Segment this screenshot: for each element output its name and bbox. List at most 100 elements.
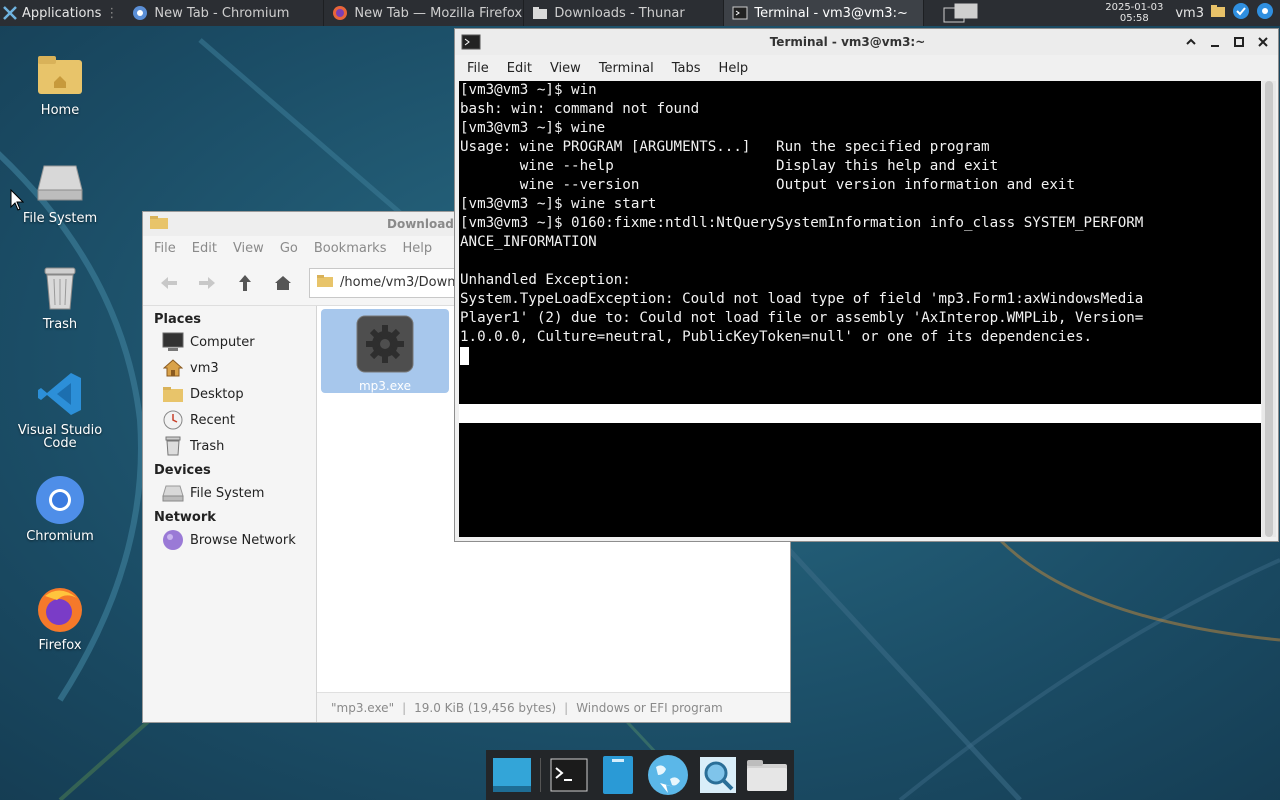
dock-folder[interactable] xyxy=(746,753,788,797)
sidebar-item-label: Browse Network xyxy=(190,532,296,548)
terminal-line: ANCE_INFORMATION xyxy=(460,234,597,250)
applications-menu[interactable]: Applications ⋮ xyxy=(0,0,124,26)
sidebar-item-file-system[interactable]: File System xyxy=(143,480,316,506)
status-file-type: Windows or EFI program xyxy=(576,700,723,715)
back-button[interactable] xyxy=(157,271,181,295)
task-chromium[interactable]: New Tab - Chromium xyxy=(124,0,325,26)
clock-date: 2025-01-03 xyxy=(1105,2,1164,13)
dock-web-browser[interactable] xyxy=(646,753,690,797)
app-finder-icon xyxy=(699,757,736,793)
home-folder-icon xyxy=(34,48,86,100)
sidebar-item-trash[interactable]: Trash xyxy=(143,433,316,459)
desktop-icon-home[interactable]: Home xyxy=(10,48,110,117)
top-panel: Applications ⋮ New Tab - Chromium New Ta… xyxy=(0,0,1280,26)
terminal-highlight-bar xyxy=(459,404,1261,423)
menu-help[interactable]: Help xyxy=(402,241,432,256)
sidebar-item-label: Computer xyxy=(190,334,255,350)
task-thunar[interactable]: Downloads - Thunar xyxy=(524,0,725,26)
network-icon xyxy=(162,529,184,551)
desktop-icon-trash[interactable]: Trash xyxy=(10,262,110,331)
task-terminal[interactable]: Terminal - vm3@vm3:~ xyxy=(724,0,925,26)
scrollbar-thumb[interactable] xyxy=(1265,81,1273,537)
desktop-icon-vscode[interactable]: Visual Studio Code xyxy=(10,368,110,450)
terminal-scrollbar[interactable] xyxy=(1262,81,1276,537)
status-file-name: "mp3.exe" xyxy=(331,700,395,715)
workspace-switcher[interactable] xyxy=(943,2,985,24)
status-file-size: 19.0 KiB (19,456 bytes) xyxy=(414,700,557,715)
desktop-icon-label: Firefox xyxy=(38,638,82,653)
close-icon[interactable] xyxy=(1256,35,1270,49)
folder-icon xyxy=(316,274,334,292)
task-label: New Tab - Chromium xyxy=(154,5,290,21)
applications-label: Applications xyxy=(22,5,102,21)
user-name[interactable]: vm3 xyxy=(1175,6,1204,21)
desktop-icon-file-system[interactable]: File System xyxy=(10,156,110,225)
menu-edit[interactable]: Edit xyxy=(507,61,532,76)
terminal-menubar: File Edit View Terminal Tabs Help xyxy=(455,55,1278,81)
arrow-right-icon xyxy=(199,276,215,289)
chromium-icon xyxy=(34,474,86,526)
menu-terminal[interactable]: Terminal xyxy=(599,61,654,76)
home-button[interactable] xyxy=(271,271,295,295)
menu-go[interactable]: Go xyxy=(280,241,298,256)
terminal-output[interactable]: [vm3@vm3 ~]$ win bash: win: command not … xyxy=(459,81,1261,537)
drive-icon xyxy=(162,482,184,504)
terminal-line: System.TypeLoadException: Could not load… xyxy=(460,291,1144,307)
terminal-line: 1.0.0.0, Culture=neutral, PublicKeyToken… xyxy=(460,329,1093,345)
menu-view[interactable]: View xyxy=(550,61,581,76)
thunar-sidebar: Places Computer vm3 Desktop Recent Trash… xyxy=(143,306,317,722)
terminal-line: wine --help Display this help and exit xyxy=(460,158,999,174)
terminal-icon xyxy=(550,758,588,792)
xfce-menu-icon xyxy=(2,5,18,21)
dock-show-desktop[interactable] xyxy=(492,753,532,797)
sidebar-item-computer[interactable]: Computer xyxy=(143,329,316,355)
menu-view[interactable]: View xyxy=(233,241,264,256)
menu-tabs[interactable]: Tabs xyxy=(672,61,701,76)
maximize-icon[interactable] xyxy=(1232,35,1246,49)
minimize-icon[interactable] xyxy=(1208,35,1222,49)
thunar-statusbar: "mp3.exe" | 19.0 KiB (19,456 bytes) | Wi… xyxy=(317,692,790,722)
clock[interactable]: 2025-01-03 05:58 xyxy=(1105,2,1163,24)
update-tray-icon[interactable] xyxy=(1232,2,1250,24)
sidebar-item-vm3[interactable]: vm3 xyxy=(143,355,316,381)
forward-button[interactable] xyxy=(195,271,219,295)
file-item-mp3-exe[interactable]: mp3.exe xyxy=(321,309,449,393)
menu-file[interactable]: File xyxy=(467,61,489,76)
web-browser-icon xyxy=(647,755,688,795)
desktop-icon-chromium[interactable]: Chromium xyxy=(10,474,110,543)
network-tray-icon[interactable] xyxy=(1256,2,1274,24)
up-button[interactable] xyxy=(233,271,257,295)
terminal-line: wine --version Output version informatio… xyxy=(460,177,1075,193)
trash-icon xyxy=(34,262,86,314)
file-manager-icon xyxy=(602,756,633,794)
executable-gear-icon xyxy=(356,315,414,377)
task-label: Downloads - Thunar xyxy=(554,5,685,21)
menu-file[interactable]: File xyxy=(154,241,176,256)
sidebar-item-label: File System xyxy=(190,485,265,501)
home-icon xyxy=(162,357,184,379)
task-firefox[interactable]: New Tab — Mozilla Firefox xyxy=(324,0,525,26)
sidebar-item-desktop[interactable]: Desktop xyxy=(143,381,316,407)
menu-help[interactable]: Help xyxy=(719,61,749,76)
sidebar-item-recent[interactable]: Recent xyxy=(143,407,316,433)
menu-edit[interactable]: Edit xyxy=(192,241,217,256)
folder-tray-icon[interactable] xyxy=(1210,3,1226,23)
sidebar-item-browse-network[interactable]: Browse Network xyxy=(143,527,316,553)
dock-file-manager[interactable] xyxy=(597,753,637,797)
firefox-icon xyxy=(332,5,348,21)
dock-app-finder[interactable] xyxy=(698,753,738,797)
terminal-title: Terminal - vm3@vm3:~ xyxy=(769,35,926,49)
dock-terminal[interactable] xyxy=(549,753,589,797)
terminal-titlebar[interactable]: Terminal - vm3@vm3:~ xyxy=(455,29,1278,55)
chromium-icon xyxy=(132,5,148,21)
terminal-line: [vm3@vm3 ~]$ wine xyxy=(460,120,606,136)
desktop-icon-firefox[interactable]: Firefox xyxy=(10,583,110,652)
terminal-window: Terminal - vm3@vm3:~ File Edit View Term… xyxy=(454,28,1279,542)
clock-icon xyxy=(162,409,184,431)
drive-icon xyxy=(34,156,86,208)
network-header: Network xyxy=(154,510,216,525)
devices-header: Devices xyxy=(154,463,211,478)
chevron-up-icon[interactable] xyxy=(1184,35,1198,49)
menu-bookmarks[interactable]: Bookmarks xyxy=(314,241,387,256)
